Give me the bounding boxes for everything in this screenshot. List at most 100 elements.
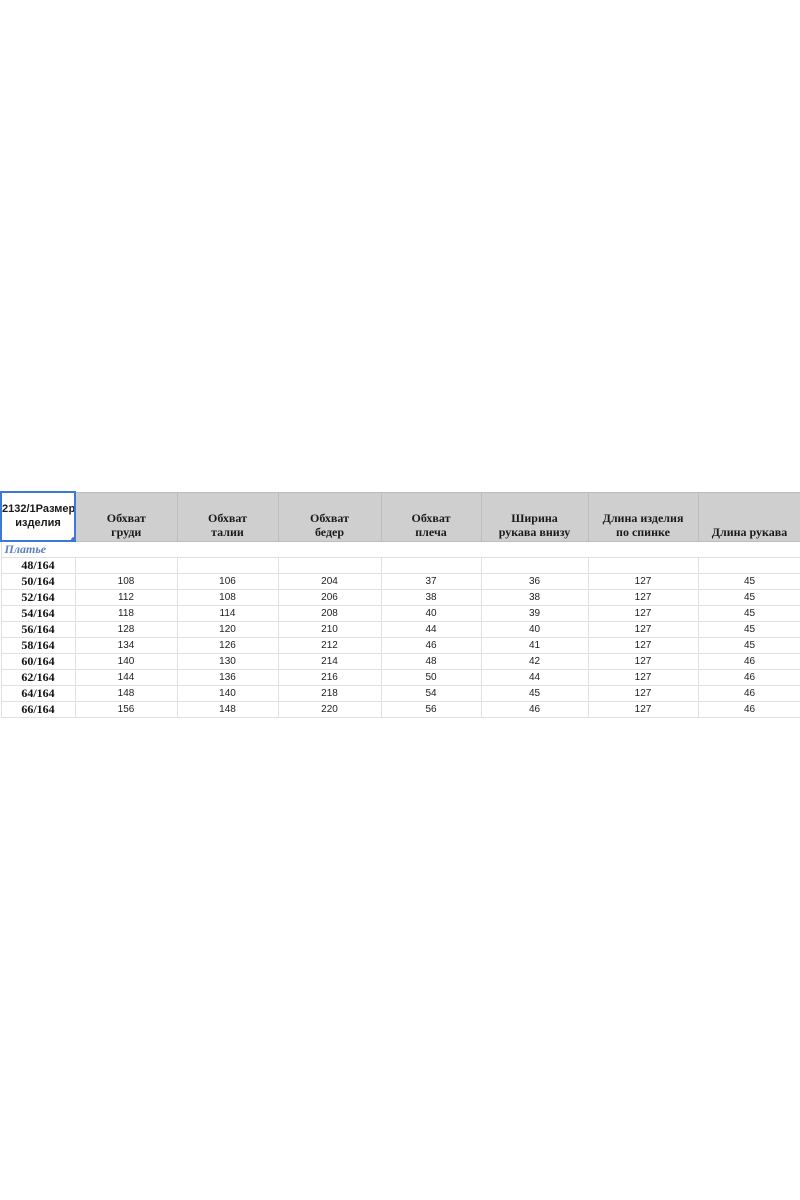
measurement-cell[interactable]: 45 <box>697 621 800 638</box>
header-sleeve-width-line1: Ширина <box>511 510 558 525</box>
selected-cell-size-header[interactable]: 2132/1Размер изделия <box>0 491 76 542</box>
measurement-cell[interactable]: 134 <box>74 637 178 654</box>
header-sleeve-width[interactable]: Ширина рукава внизу <box>480 491 589 542</box>
size-cell[interactable]: 52/164 <box>0 589 76 606</box>
measurement-cell[interactable]: 112 <box>74 589 178 606</box>
measurement-cell[interactable]: 54 <box>380 685 482 702</box>
measurement-cell[interactable]: 46 <box>697 669 800 686</box>
measurement-cell[interactable]: 44 <box>480 669 589 686</box>
measurement-cell[interactable]: 108 <box>176 589 279 606</box>
measurement-cell[interactable]: 127 <box>587 589 699 606</box>
measurement-cell[interactable]: 45 <box>480 685 589 702</box>
measurement-cell[interactable]: 127 <box>587 621 699 638</box>
measurement-cell[interactable]: 216 <box>277 669 382 686</box>
measurement-cell[interactable] <box>697 557 800 574</box>
measurement-cell[interactable]: 38 <box>380 589 482 606</box>
measurement-cell[interactable]: 56 <box>380 701 482 718</box>
measurement-cell[interactable]: 220 <box>277 701 382 718</box>
measurement-cell[interactable]: 127 <box>587 653 699 670</box>
header-sleeve-length[interactable]: Длина рукава <box>697 491 800 542</box>
measurement-cell[interactable] <box>277 557 382 574</box>
measurement-cell[interactable]: 108 <box>74 573 178 590</box>
measurement-cell[interactable]: 46 <box>480 701 589 718</box>
measurement-cell[interactable]: 148 <box>74 685 178 702</box>
size-cell[interactable]: 60/164 <box>0 653 76 670</box>
header-back-length-line2: по спинке <box>616 524 670 539</box>
table-row: 64/164 148 140 218 54 45 127 46 <box>0 685 800 702</box>
measurement-cell[interactable]: 136 <box>176 669 279 686</box>
size-cell[interactable]: 66/164 <box>0 701 76 718</box>
measurement-cell[interactable]: 140 <box>176 685 279 702</box>
size-cell[interactable]: 54/164 <box>0 605 76 622</box>
header-shoulder[interactable]: Обхват плеча <box>380 491 482 542</box>
measurement-cell[interactable]: 127 <box>587 637 699 654</box>
measurement-cell[interactable] <box>176 557 279 574</box>
measurement-cell[interactable] <box>480 557 589 574</box>
size-cell[interactable]: 48/164 <box>0 557 76 574</box>
fill-handle[interactable] <box>70 536 73 539</box>
measurement-cell[interactable]: 42 <box>480 653 589 670</box>
header-hips-line2: бедер <box>314 524 345 539</box>
measurement-cell[interactable]: 130 <box>176 653 279 670</box>
measurement-cell[interactable]: 46 <box>380 637 482 654</box>
measurement-cell[interactable]: 128 <box>74 621 178 638</box>
measurement-cell[interactable]: 127 <box>587 701 699 718</box>
size-cell[interactable]: 64/164 <box>0 685 76 702</box>
measurement-cell[interactable]: 148 <box>176 701 279 718</box>
header-chest[interactable]: Обхват груди <box>74 491 178 542</box>
measurement-cell[interactable]: 127 <box>587 669 699 686</box>
header-back-length[interactable]: Длина изделия по спинке <box>587 491 699 542</box>
header-waist-line2: талии <box>211 524 244 539</box>
measurement-cell[interactable]: 118 <box>74 605 178 622</box>
measurement-cell[interactable]: 45 <box>697 573 800 590</box>
header-chest-line1: Обхват <box>106 510 146 525</box>
size-cell[interactable]: 58/164 <box>0 637 76 654</box>
measurement-cell[interactable] <box>74 557 178 574</box>
measurement-cell[interactable]: 140 <box>74 653 178 670</box>
measurement-cell[interactable]: 40 <box>380 605 482 622</box>
measurement-cell[interactable]: 210 <box>277 621 382 638</box>
measurement-cell[interactable]: 46 <box>697 701 800 718</box>
header-sleeve-length-line2: Длина рукава <box>711 524 788 539</box>
measurement-cell[interactable]: 212 <box>277 637 382 654</box>
measurement-cell[interactable]: 156 <box>74 701 178 718</box>
measurement-cell[interactable]: 48 <box>380 653 482 670</box>
table-row: 48/164 <box>0 557 800 574</box>
measurement-cell[interactable]: 214 <box>277 653 382 670</box>
measurement-cell[interactable]: 36 <box>480 573 589 590</box>
measurement-cell[interactable]: 50 <box>380 669 482 686</box>
measurement-cell[interactable] <box>380 557 482 574</box>
size-cell[interactable]: 62/164 <box>0 669 76 686</box>
measurement-cell[interactable] <box>587 557 699 574</box>
measurement-cell[interactable]: 218 <box>277 685 382 702</box>
measurement-cell[interactable]: 126 <box>176 637 279 654</box>
measurement-cell[interactable]: 40 <box>480 621 589 638</box>
measurement-cell[interactable]: 127 <box>587 573 699 590</box>
measurement-cell[interactable]: 127 <box>587 605 699 622</box>
size-cell[interactable]: 50/164 <box>0 573 76 590</box>
size-cell[interactable]: 56/164 <box>0 621 76 638</box>
measurement-cell[interactable]: 204 <box>277 573 382 590</box>
measurement-cell[interactable]: 114 <box>176 605 279 622</box>
measurement-cell[interactable]: 39 <box>480 605 589 622</box>
measurement-cell[interactable]: 44 <box>380 621 482 638</box>
measurement-cell[interactable]: 208 <box>277 605 382 622</box>
measurement-cell[interactable]: 46 <box>697 685 800 702</box>
section-label[interactable]: Платье <box>0 540 800 558</box>
measurement-cell[interactable]: 144 <box>74 669 178 686</box>
measurement-cell[interactable]: 45 <box>697 605 800 622</box>
measurement-cell[interactable]: 38 <box>480 589 589 606</box>
measurement-cell[interactable]: 45 <box>697 637 800 654</box>
header-hips[interactable]: Обхват бедер <box>277 491 382 542</box>
measurement-cell[interactable]: 37 <box>380 573 482 590</box>
header-waist[interactable]: Обхват талии <box>176 491 279 542</box>
measurement-cell[interactable]: 106 <box>176 573 279 590</box>
table-row: 66/164 156 148 220 56 46 127 46 <box>0 701 800 718</box>
measurement-cell[interactable]: 120 <box>176 621 279 638</box>
measurement-cell[interactable]: 45 <box>697 589 800 606</box>
measurement-cell[interactable]: 46 <box>697 653 800 670</box>
measurement-cell[interactable]: 41 <box>480 637 589 654</box>
size-header-line1: 2132/1Размер <box>2 502 75 515</box>
measurement-cell[interactable]: 127 <box>587 685 699 702</box>
measurement-cell[interactable]: 206 <box>277 589 382 606</box>
